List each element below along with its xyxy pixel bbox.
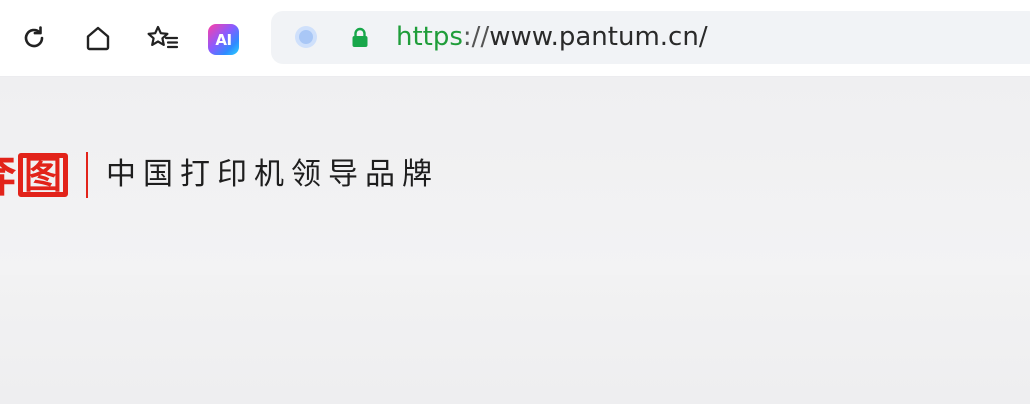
brand-char-box: 图 [18,153,68,197]
browser-toolbar: AI https://www.pantum.cn/ [0,0,1030,77]
brand-char-ben: 奔 [0,150,16,200]
url-scheme: https [396,22,463,52]
home-button[interactable] [80,18,116,58]
ai-badge-label: AI [215,30,232,49]
logo-divider [86,152,88,198]
brand-logo-text: 奔 图 [0,150,68,200]
url-host-path: www.pantum.cn/ [489,22,708,52]
site-info-icon[interactable] [295,26,317,48]
address-bar[interactable]: https://www.pantum.cn/ [271,11,1030,64]
site-logo[interactable]: 奔 图 中国打印机领导品牌 [0,147,439,203]
site-header: 奔 图 中国打印机领导品牌 [0,77,1030,275]
reload-button[interactable] [16,18,52,58]
url-text[interactable]: https://www.pantum.cn/ [396,20,708,54]
brand-char-tu: 图 [23,153,62,197]
favorites-button[interactable] [145,18,181,58]
home-icon [86,26,110,51]
reload-icon [24,26,44,48]
brand-slogan: 中国打印机领导品牌 [106,157,439,192]
page-content: 奔 图 中国打印机领导品牌 [0,77,1030,404]
ai-assistant-button[interactable]: AI [208,24,239,55]
favorites-star-list-icon [147,25,179,49]
url-separator: :// [462,22,490,52]
lock-icon[interactable] [349,27,371,49]
